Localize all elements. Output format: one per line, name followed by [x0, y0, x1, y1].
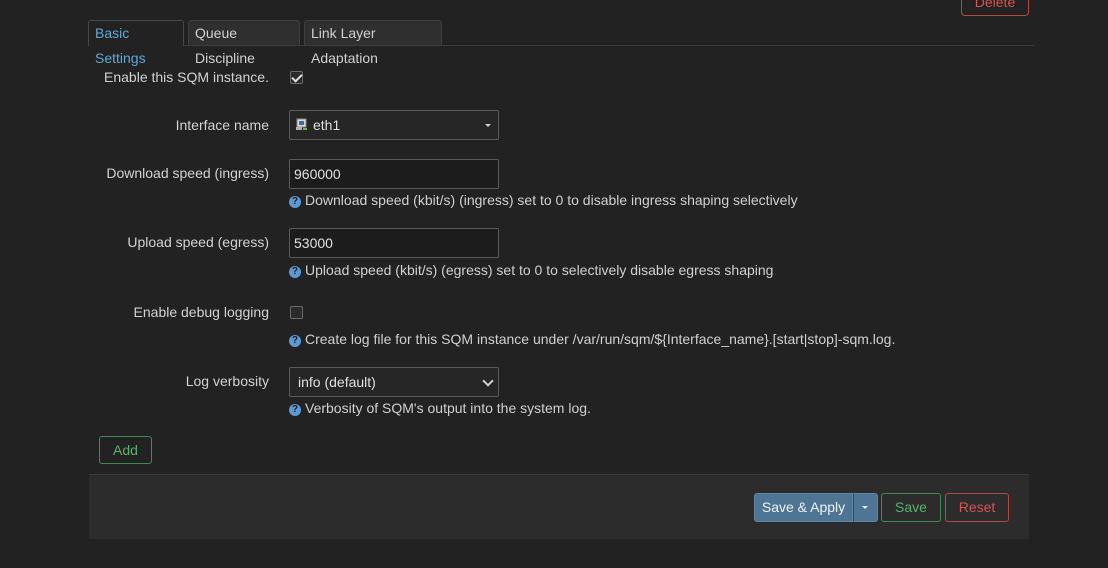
save-button[interactable]: Save	[881, 493, 941, 522]
chevron-down-icon	[482, 375, 494, 387]
enable-sqm-label: Enable this SQM instance.	[104, 69, 269, 85]
log-verbosity-label: Log verbosity	[185, 373, 269, 389]
download-speed-help-text: Download speed (kbit/s) (ingress) set to…	[305, 192, 798, 208]
log-verbosity-help-text: Verbosity of SQM's output into the syste…	[305, 400, 591, 416]
log-verbosity-value: info (default)	[298, 374, 376, 390]
help-icon: ?	[289, 196, 301, 208]
upload-speed-input[interactable]: 53000	[289, 228, 499, 258]
sqm-settings-page: Delete Basic Settings Queue Discipline L…	[0, 0, 1108, 568]
add-button[interactable]: Add	[99, 436, 152, 464]
log-verbosity-select[interactable]: info (default)	[289, 367, 499, 397]
download-speed-input[interactable]: 960000	[289, 159, 499, 189]
tab-basic-settings[interactable]: Basic Settings	[88, 20, 184, 66]
upload-speed-help-text: Upload speed (kbit/s) (egress) set to 0 …	[305, 262, 774, 278]
help-icon: ?	[289, 404, 301, 416]
caret-down-icon	[862, 506, 868, 509]
interface-value: eth1	[313, 117, 341, 133]
caret-down-icon	[485, 124, 491, 127]
tab-bar: Basic Settings Queue Discipline Link Lay…	[88, 20, 1034, 66]
log-verbosity-help: ? Verbosity of SQM's output into the syst…	[289, 400, 591, 416]
network-interface-icon	[296, 118, 307, 130]
help-icon: ?	[289, 335, 301, 347]
debug-logging-label: Enable debug logging	[133, 304, 269, 320]
debug-logging-help: ? Create log file for this SQM instance u…	[289, 331, 895, 347]
checkmark-icon	[291, 71, 303, 83]
interface-select[interactable]: eth1	[289, 110, 499, 140]
enable-sqm-checkbox[interactable]	[290, 71, 303, 84]
download-speed-help: ? Download speed (kbit/s) (ingress) set t…	[289, 192, 798, 208]
interface-name-label: Interface name	[175, 117, 269, 133]
tab-link-layer-adaptation[interactable]: Link Layer Adaptation	[304, 20, 442, 66]
debug-logging-checkbox[interactable]	[290, 306, 303, 319]
save-apply-dropdown-toggle[interactable]	[853, 493, 878, 522]
reset-button[interactable]: Reset	[945, 493, 1009, 522]
tab-queue-discipline[interactable]: Queue Discipline	[188, 20, 300, 66]
debug-logging-help-text: Create log file for this SQM instance un…	[305, 331, 896, 347]
upload-speed-help: ? Upload speed (kbit/s) (egress) set to 0…	[289, 262, 773, 278]
help-icon: ?	[289, 266, 301, 278]
upload-speed-label: Upload speed (egress)	[127, 234, 269, 250]
save-apply-button[interactable]: Save & Apply	[754, 493, 853, 522]
download-speed-label: Download speed (ingress)	[106, 165, 269, 181]
footer-actions: Save & Apply Save Reset	[89, 474, 1029, 539]
delete-button[interactable]: Delete	[961, 0, 1029, 16]
